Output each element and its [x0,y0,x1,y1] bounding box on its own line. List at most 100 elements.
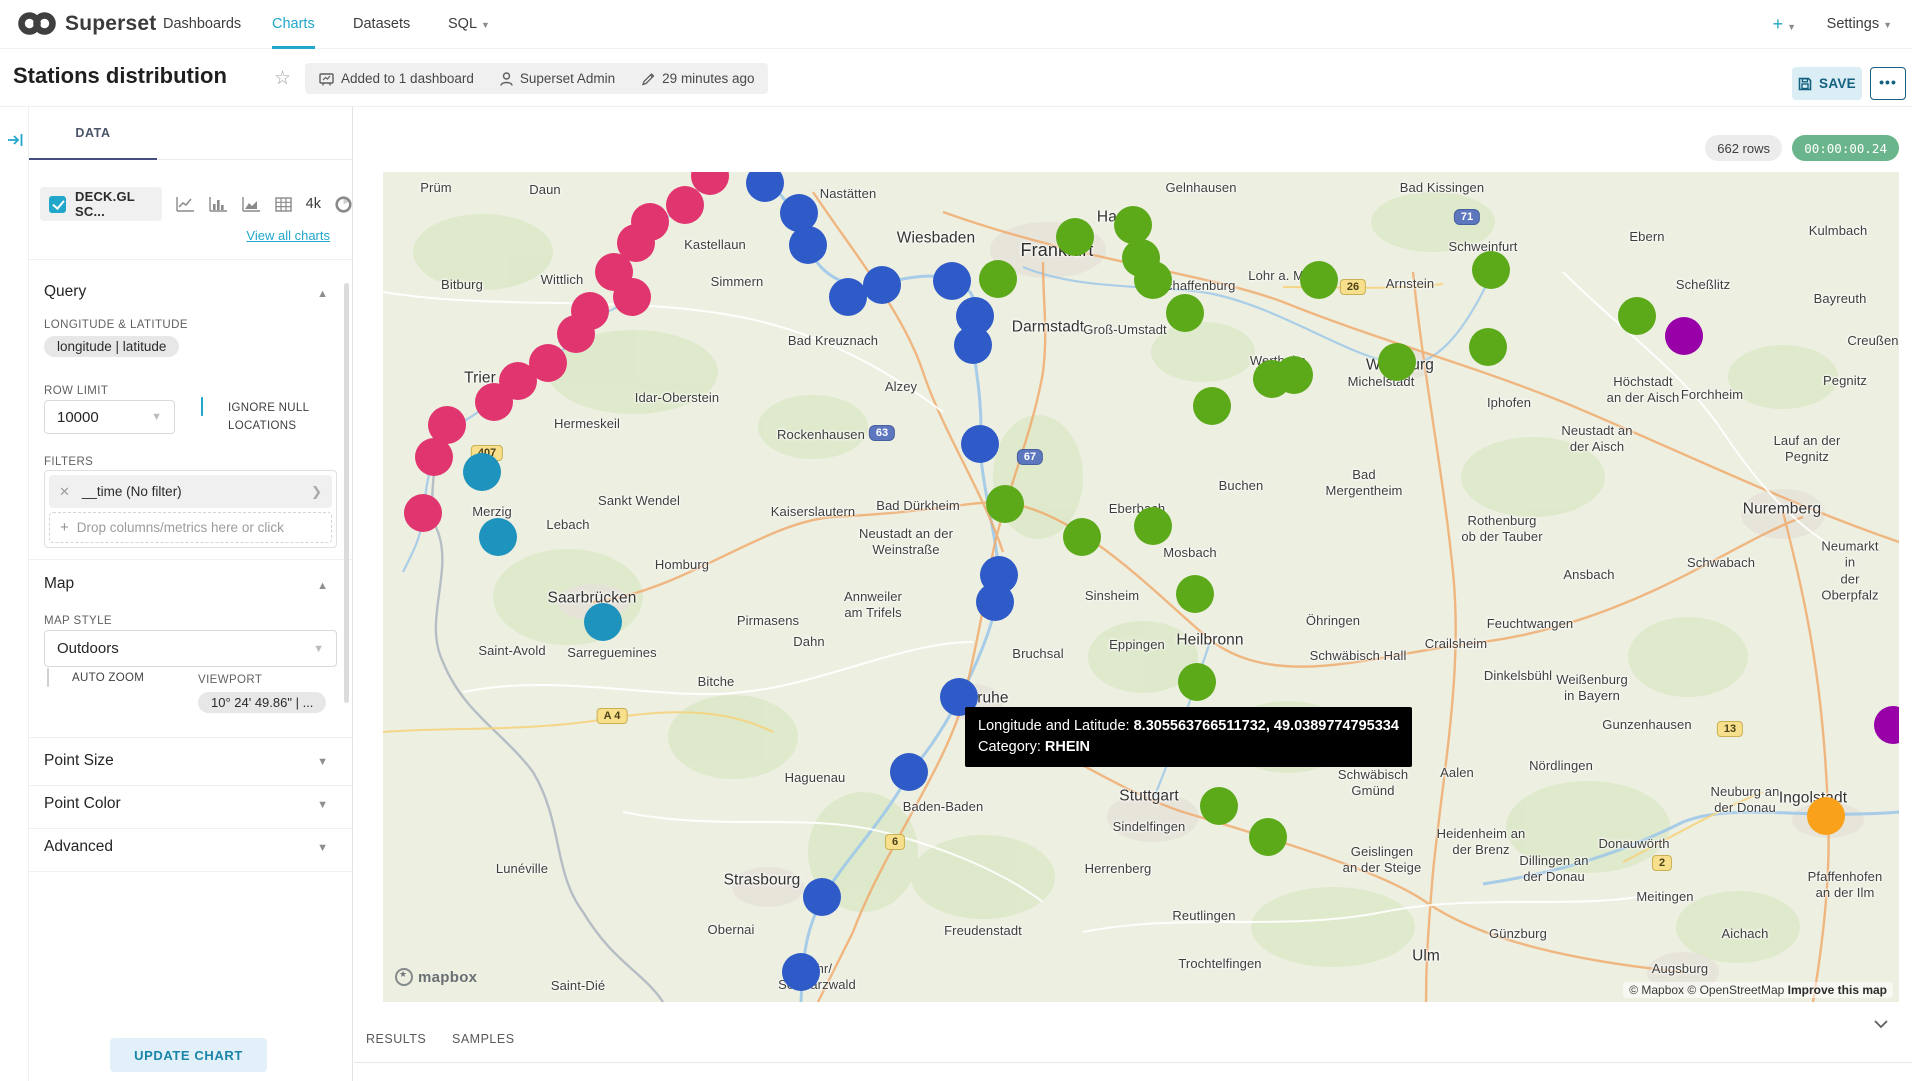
map-point-green[interactable] [1134,261,1172,299]
viz-selected-checkbox[interactable] [49,196,66,213]
map-point-green[interactable] [1193,387,1231,425]
settings-menu[interactable]: Settings▼ [1827,0,1892,49]
viz-more-count[interactable]: 4k [306,196,321,212]
remove-filter-icon[interactable]: ✕ [59,484,70,500]
map-style-select[interactable]: Outdoors▼ [44,630,337,667]
new-item-button[interactable]: +▼ [1773,0,1796,49]
map-point-pink[interactable] [404,494,442,532]
tab-results[interactable]: RESULTS [366,1032,426,1046]
map-point-green[interactable] [979,260,1017,298]
mapbox-logo-icon [395,968,413,986]
donut-chart-icon[interactable] [335,196,352,213]
favorite-star-icon[interactable]: ☆ [274,67,291,90]
map-point-green[interactable] [1176,575,1214,613]
map-point-pink[interactable] [666,186,704,224]
map-point-orange[interactable] [1807,797,1845,835]
map-point-teal[interactable] [463,453,501,491]
map-point-blue[interactable] [782,953,820,991]
map-point-green[interactable] [1472,251,1510,289]
table-icon[interactable] [275,197,292,212]
chevron-down-icon: ▼ [151,411,162,423]
section-point-size[interactable]: Point Size [44,752,114,770]
bar-chart-icon[interactable] [209,196,228,212]
query-timer-badge: 00:00:00.24 [1792,135,1899,161]
chevron-down-icon[interactable] [1874,1016,1888,1034]
map-point-green[interactable] [1200,787,1238,825]
panel-scrollbar[interactable] [344,283,349,703]
superset-logo[interactable]: Superset [16,10,156,37]
chart-meta: Added to 1 dashboardSuperset Admin29 min… [305,63,768,94]
mapbox-logo[interactable]: mapbox [395,968,477,986]
map-point-blue[interactable] [863,266,901,304]
view-all-charts-link[interactable]: View all charts [246,228,330,243]
auto-zoom-checkbox[interactable] [47,668,49,687]
map-point-green[interactable] [1056,218,1094,256]
lonlat-value-chip[interactable]: longitude | latitude [44,336,179,357]
chevron-up-icon[interactable]: ▲ [317,288,328,300]
map-point-teal[interactable] [479,518,517,556]
map-point-blue[interactable] [789,226,827,264]
map-point-blue[interactable] [933,262,971,300]
map-point-green[interactable] [1114,206,1152,244]
map-point-purple[interactable] [1665,317,1703,355]
save-button[interactable]: SAVE [1792,67,1862,100]
divider [29,785,353,786]
filters-drop-zone[interactable]: + Drop columns/metrics here or click [49,512,332,543]
map-point-teal[interactable] [584,603,622,641]
map-point-green[interactable] [1166,294,1204,332]
map-point-green[interactable] [1249,818,1287,856]
filter-chip-time[interactable]: ✕ __time (No filter) ❯ [49,475,332,508]
chevron-down-icon[interactable]: ▼ [317,799,328,811]
nav-item-dashboards[interactable]: Dashboards [163,0,241,49]
viz-type-row: DECK.GL SC... 4k [40,187,352,221]
expand-panel-toggle-icon[interactable] [7,133,23,152]
map-point-blue[interactable] [961,425,999,463]
map-point-pink[interactable] [557,315,595,353]
map-point-green[interactable] [1178,663,1216,701]
map-point-blue[interactable] [976,583,1014,621]
viewport-value-chip[interactable]: 10° 24' 49.86" | ... [198,692,326,713]
chevron-up-icon[interactable]: ▲ [317,580,328,592]
chevron-down-icon[interactable]: ▼ [317,756,328,768]
ignore-null-checkbox[interactable] [201,397,203,416]
viewport-label: VIEWPORT [198,674,262,686]
nav-item-charts[interactable]: Charts [272,0,315,49]
mapbox-attribution-link[interactable]: © Mapbox [1629,983,1684,997]
line-chart-icon[interactable] [176,196,195,212]
meta-item-2[interactable]: 29 minutes ago [641,71,754,86]
area-chart-icon[interactable] [242,196,261,212]
nav-item-datasets[interactable]: Datasets [353,0,410,49]
map-point-green[interactable] [1469,328,1507,366]
deckgl-scatter-map[interactable]: PrümDaunNastättenGelnhausenBad Kissingen… [383,172,1899,1002]
map-point-green[interactable] [1378,343,1416,381]
map-point-blue[interactable] [829,278,867,316]
map-point-green[interactable] [1300,261,1338,299]
divider [29,828,353,829]
map-point-green[interactable] [1063,518,1101,556]
south-panel: RESULTS SAMPLES [354,1010,1912,1081]
map-point-green[interactable] [1134,507,1172,545]
map-point-blue[interactable] [954,326,992,364]
osm-attribution-link[interactable]: © OpenStreetMap [1687,983,1784,997]
map-point-green[interactable] [1618,297,1656,335]
map-point-pink[interactable] [415,438,453,476]
row-limit-select[interactable]: 10000▼ [44,400,175,434]
map-point-blue[interactable] [890,753,928,791]
update-chart-button[interactable]: UPDATE CHART [110,1038,267,1072]
map-style-label: MAP STYLE [44,615,112,627]
improve-map-link[interactable]: Improve this map [1788,983,1887,997]
nav-item-sql[interactable]: SQL▼ [448,0,490,49]
map-point-pink[interactable] [475,383,513,421]
more-options-button[interactable]: ••• [1870,67,1906,100]
viz-type-selected[interactable]: DECK.GL SC... [40,187,162,221]
tab-data[interactable]: DATA [29,107,157,160]
chevron-down-icon[interactable]: ▼ [317,842,328,854]
map-point-green[interactable] [1253,360,1291,398]
map-point-pink[interactable] [613,278,651,316]
section-point-color[interactable]: Point Color [44,795,121,813]
map-point-green[interactable] [986,485,1024,523]
tab-samples[interactable]: SAMPLES [452,1032,515,1046]
section-advanced[interactable]: Advanced [44,838,113,856]
divider [29,259,353,260]
map-point-blue[interactable] [803,878,841,916]
